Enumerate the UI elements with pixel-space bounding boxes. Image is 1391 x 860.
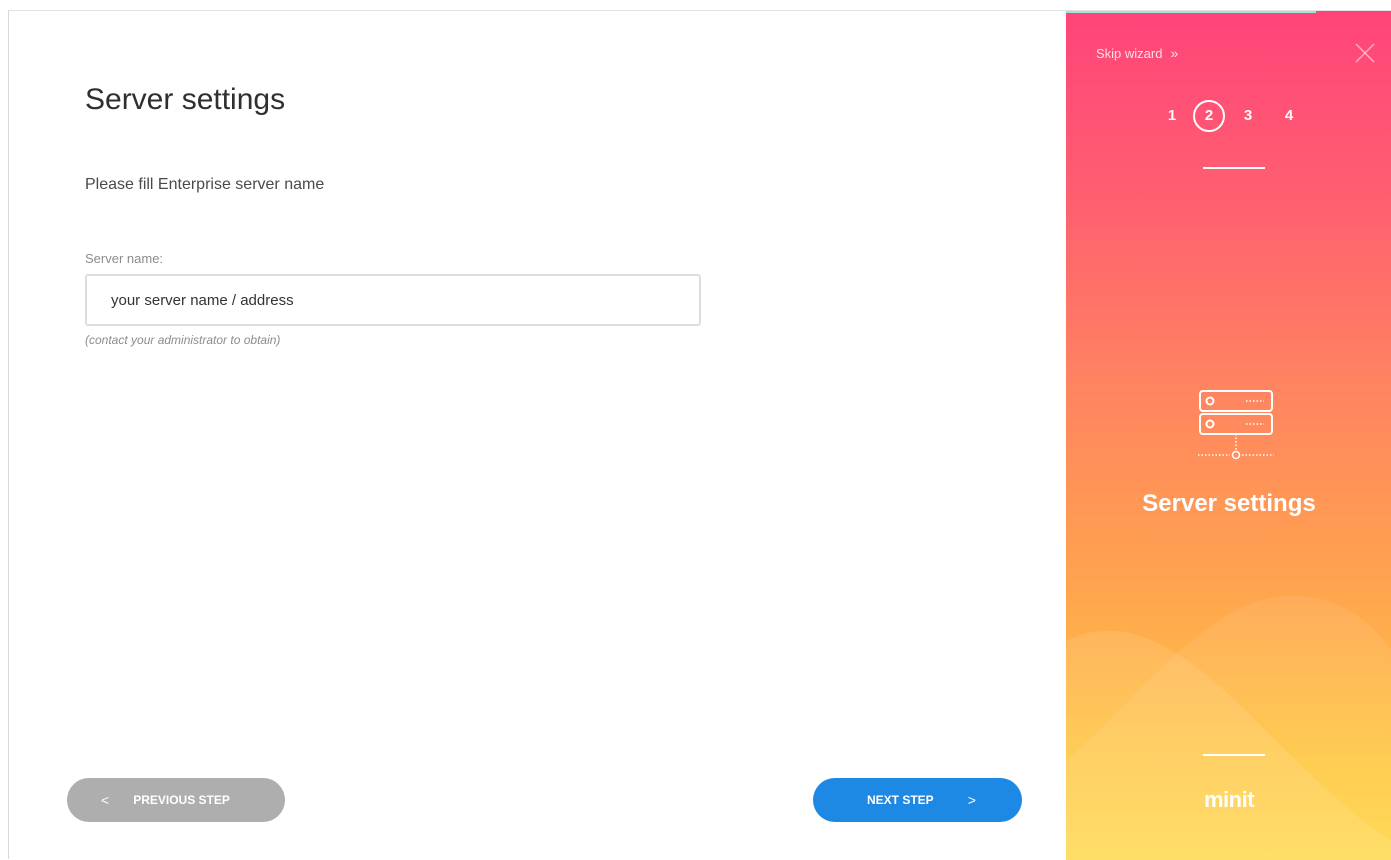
server-name-hint: (contact your administrator to obtain)	[85, 333, 281, 347]
previous-step-label: PREVIOUS STEP	[133, 793, 230, 807]
sidebar-section-title: Server settings	[1142, 490, 1316, 517]
step-2-active: 2	[1193, 100, 1225, 132]
wizard-window: Server settings Please fill Enterprise s…	[8, 10, 1391, 860]
page-subtitle: Please fill Enterprise server name	[85, 176, 325, 193]
step-indicator: 1 2 3 4	[1156, 100, 1306, 132]
step-4: 4	[1284, 107, 1294, 124]
skip-wizard-label: Skip wizard	[1096, 45, 1163, 61]
next-step-button[interactable]: NEXT STEP >	[813, 778, 1022, 822]
minit-logo: minit	[1203, 787, 1255, 812]
sidebar-top-accent	[1066, 11, 1316, 13]
server-name-label: Server name:	[85, 251, 164, 266]
step-1: 1	[1167, 107, 1177, 124]
previous-step-button[interactable]: < PREVIOUS STEP	[67, 778, 285, 822]
background-waves	[1066, 595, 1391, 860]
double-chevron-right-icon: »	[1170, 45, 1179, 61]
brand-divider	[1203, 754, 1265, 756]
skip-wizard-link[interactable]: Skip wizard »	[1096, 45, 1178, 61]
main-panel: Server settings Please fill Enterprise s…	[9, 11, 1066, 860]
next-step-label: NEXT STEP	[867, 793, 934, 807]
close-icon[interactable]	[1354, 42, 1376, 64]
server-icon	[1198, 390, 1274, 460]
wizard-sidebar: Skip wizard » 1 2 3 4 Server settings mi…	[1066, 11, 1391, 860]
step-3: 3	[1243, 107, 1253, 124]
chevron-left-icon: <	[101, 792, 110, 808]
step-underline	[1203, 167, 1265, 169]
chevron-right-icon: >	[967, 792, 976, 808]
page-title: Server settings	[85, 83, 286, 116]
server-name-input[interactable]	[85, 274, 701, 326]
